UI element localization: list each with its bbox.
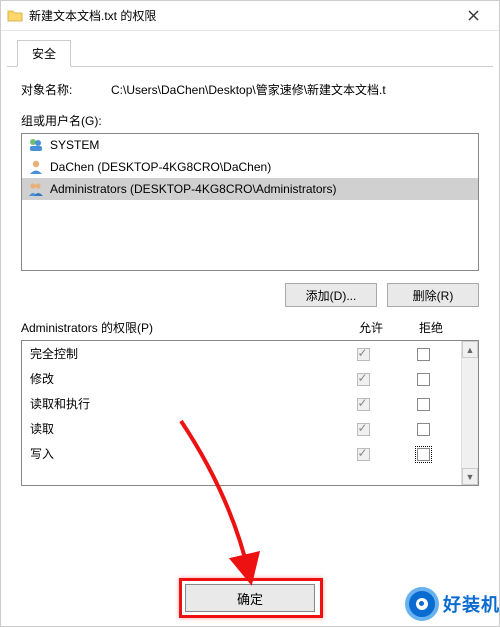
- scroll-down-icon[interactable]: ▼: [462, 468, 478, 485]
- user-icon: [28, 159, 44, 175]
- object-name-value: C:\Users\DaChen\Desktop\管家速修\新建文本文档.t: [111, 81, 479, 98]
- list-item[interactable]: SYSTEM: [22, 134, 478, 156]
- window-title: 新建文本文档.txt 的权限: [29, 7, 453, 24]
- close-button[interactable]: [453, 2, 493, 30]
- permissions-header: Administrators 的权限(P) 允许 拒绝: [21, 319, 479, 336]
- permission-name: 写入: [30, 445, 333, 462]
- deny-checkbox[interactable]: [417, 348, 430, 361]
- deny-checkbox[interactable]: [417, 423, 430, 436]
- list-item-label: DaChen (DESKTOP-4KG8CRO\DaChen): [50, 160, 271, 174]
- titlebar: 新建文本文档.txt 的权限: [1, 1, 499, 31]
- tab-strip: 安全: [7, 31, 493, 67]
- permissions-scrollbar[interactable]: ▲ ▼: [461, 341, 478, 485]
- groups-listbox[interactable]: SYSTEM DaChen (DESKTOP-4KG8CRO\DaChen) Adm…: [21, 133, 479, 271]
- user-icon: [28, 137, 44, 153]
- allow-checkbox[interactable]: [357, 348, 370, 361]
- permissions-table: 完全控制修改读取和执行读取写入 ▲ ▼: [21, 340, 479, 486]
- folder-icon: [7, 8, 23, 24]
- scroll-track[interactable]: [462, 358, 478, 468]
- permission-row: 读取: [22, 416, 461, 441]
- permissions-dialog: 新建文本文档.txt 的权限 安全 对象名称: C:\Users\DaChen\…: [0, 0, 500, 627]
- list-item-label: Administrators (DESKTOP-4KG8CRO\Administ…: [50, 182, 337, 196]
- object-name-row: 对象名称: C:\Users\DaChen\Desktop\管家速修\新建文本文…: [21, 81, 479, 98]
- allow-checkbox[interactable]: [357, 398, 370, 411]
- allow-checkbox[interactable]: [357, 423, 370, 436]
- object-name-label: 对象名称:: [21, 81, 111, 98]
- permission-row: 读取和执行: [22, 391, 461, 416]
- allow-checkbox[interactable]: [357, 448, 370, 461]
- groups-label: 组或用户名(G):: [21, 112, 479, 129]
- list-item[interactable]: DaChen (DESKTOP-4KG8CRO\DaChen): [22, 156, 478, 178]
- tab-security[interactable]: 安全: [17, 40, 71, 67]
- deny-checkbox[interactable]: [417, 398, 430, 411]
- group-buttons-row: 添加(D)... 删除(R): [21, 283, 479, 307]
- list-item-label: SYSTEM: [50, 138, 99, 152]
- permissions-header-name: Administrators 的权限(P): [21, 319, 341, 336]
- add-button[interactable]: 添加(D)...: [285, 283, 377, 307]
- permission-row: 完全控制: [22, 341, 461, 366]
- permission-name: 修改: [30, 370, 333, 387]
- remove-button[interactable]: 删除(R): [387, 283, 479, 307]
- permission-row: 写入: [22, 441, 461, 466]
- ok-button[interactable]: 确定: [185, 584, 315, 612]
- footer: 确定: [1, 556, 499, 626]
- tab-label: 安全: [32, 47, 56, 61]
- deny-checkbox[interactable]: [417, 373, 430, 386]
- permission-name: 完全控制: [30, 345, 333, 362]
- permissions-header-deny: 拒绝: [401, 319, 461, 336]
- permission-row: 修改: [22, 366, 461, 391]
- permissions-header-allow: 允许: [341, 319, 401, 336]
- content-area: 对象名称: C:\Users\DaChen\Desktop\管家速修\新建文本文…: [1, 67, 499, 556]
- deny-checkbox[interactable]: [417, 448, 430, 461]
- list-item[interactable]: Administrators (DESKTOP-4KG8CRO\Administ…: [22, 178, 478, 200]
- permissions-rows: 完全控制修改读取和执行读取写入: [22, 341, 461, 485]
- allow-checkbox[interactable]: [357, 373, 370, 386]
- permission-name: 读取: [30, 420, 333, 437]
- permission-name: 读取和执行: [30, 395, 333, 412]
- scroll-up-icon[interactable]: ▲: [462, 341, 478, 358]
- user-icon: [28, 181, 44, 197]
